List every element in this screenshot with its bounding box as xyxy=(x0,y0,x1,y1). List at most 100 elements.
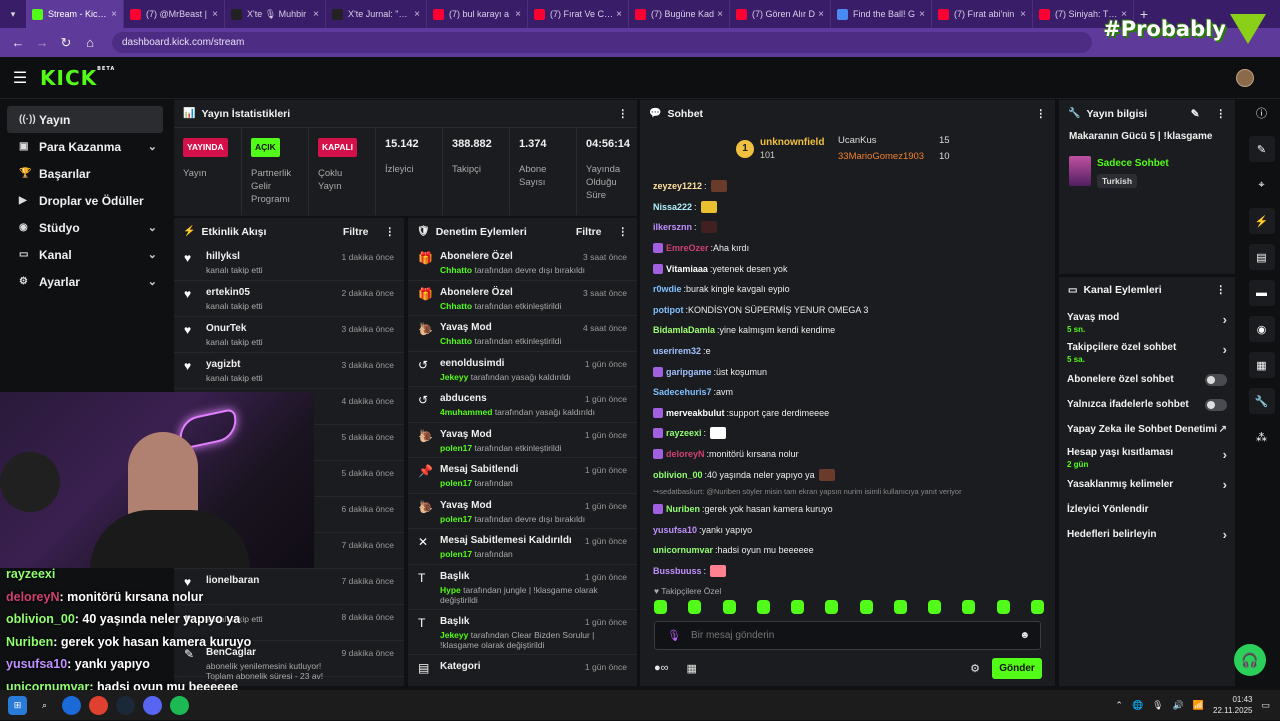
chevron-right-icon[interactable]: › xyxy=(1223,312,1227,327)
moderation-row[interactable]: 🐌 Yavaş Mod polen17 tarafından etkinleştir… xyxy=(408,423,637,458)
more-icon[interactable]: ⋮ xyxy=(1036,108,1047,120)
info-icon[interactable]: ⓘ xyxy=(1249,100,1275,126)
browser-tab[interactable]: Stream - Kick D × xyxy=(26,0,124,28)
send-button[interactable]: Gönder xyxy=(992,657,1042,679)
chat-input[interactable] xyxy=(690,630,1011,641)
emote-icon[interactable] xyxy=(825,600,839,614)
wifi-icon[interactable]: 📶 xyxy=(1193,700,1204,711)
chat-message[interactable]: potipot: KONDİSYON SÜPERMİŞ YENUR OMEGA … xyxy=(640,300,1050,321)
chat-icon[interactable]: ▬ xyxy=(1248,280,1275,306)
chat-message[interactable]: BidamlaDamla: yine kalmışım kendi kendim… xyxy=(640,320,1050,341)
moderation-actor[interactable]: polen17 xyxy=(440,549,472,559)
mic-icon[interactable]: 🎙 xyxy=(667,629,681,642)
emoji-icon[interactable]: ☻ xyxy=(1019,630,1030,641)
chat-username[interactable]: ilkersznn xyxy=(653,222,692,232)
kick-points-icon[interactable]: ●∞ xyxy=(654,662,669,674)
tab-list-button[interactable]: ▾ xyxy=(0,0,26,28)
wrench-icon[interactable]: 🔧 xyxy=(1248,388,1275,414)
browser-tab[interactable]: X'te 🎙 Muhbir × xyxy=(225,0,326,28)
chat-message[interactable]: rayzeexi: xyxy=(640,423,1050,444)
moderation-row[interactable]: ✕ Mesaj Sabitlemesi Kaldırıldı polen17 tar… xyxy=(408,529,637,565)
url-field[interactable]: dashboard.kick.com/stream xyxy=(112,32,1092,53)
browser-tab[interactable]: (7) Fırat abi'nin × xyxy=(932,0,1033,28)
chat-username[interactable]: Vitamiaaa xyxy=(666,264,708,274)
search-icon[interactable]: ⌕ xyxy=(35,696,54,715)
chat-username[interactable]: yusufsa10 xyxy=(653,525,697,535)
tab-close-icon[interactable]: × xyxy=(616,9,622,20)
chat-username[interactable]: garipgame xyxy=(666,367,712,377)
chat-message[interactable]: Bussbuuss: xyxy=(640,561,1050,582)
bolt-icon[interactable]: ⚡ xyxy=(1248,208,1275,234)
channel-action-row[interactable]: Abonelere özel sohbet xyxy=(1059,367,1235,392)
steam-icon[interactable] xyxy=(116,695,135,715)
activity-filter-button[interactable]: Filtre xyxy=(343,226,369,238)
moderation-row[interactable]: T Başlık Jekeyy tarafından Clear Bizden So… xyxy=(408,610,637,655)
chat-username[interactable]: Nuriben xyxy=(666,504,700,514)
emote-icon[interactable] xyxy=(688,600,702,614)
leader-2-name[interactable]: 33MarioGomez1903 xyxy=(838,151,924,162)
chat-username[interactable]: EmreOzer xyxy=(666,243,709,253)
chevron-right-icon[interactable]: › xyxy=(1223,342,1227,357)
chat-message[interactable]: ilkersznn: xyxy=(640,217,1050,238)
chat-settings-icon[interactable]: ⚙ xyxy=(970,662,980,675)
browser-tab[interactable]: Find the Ball! G × xyxy=(831,0,932,28)
moderation-actor[interactable]: Jekeyy xyxy=(440,630,468,640)
moderation-actor[interactable]: Chhatto xyxy=(440,265,472,275)
moderation-row[interactable]: 🐌 Yavaş Mod polen17 tarafından devre dışı … xyxy=(408,494,637,529)
emote-icon[interactable] xyxy=(928,600,942,614)
moderation-actor[interactable]: polen17 xyxy=(440,478,472,488)
emote-icon[interactable] xyxy=(962,600,976,614)
chat-username[interactable]: userirem32 xyxy=(653,346,701,356)
chat-username[interactable]: zeyzey1212 xyxy=(653,181,702,191)
category-name[interactable]: Sadece Sohbet xyxy=(1097,158,1169,169)
chat-message[interactable]: Nissa222: xyxy=(640,197,1050,218)
chat-message[interactable]: Sadecehuris7: avm xyxy=(640,382,1050,403)
moderation-filter-button[interactable]: Filtre xyxy=(576,226,602,238)
activity-row[interactable]: ♥ yagizbt kanalı takip etti 3 dakika önce xyxy=(174,353,404,389)
share-icon[interactable]: ⁂ xyxy=(1249,424,1275,450)
chevron-down-icon[interactable]: ⌄ xyxy=(148,275,157,288)
chat-message[interactable]: yusufsa10: yankı yapıyo xyxy=(640,520,1050,541)
chat-message[interactable]: EmreOzer: Aha kırdı xyxy=(640,238,1050,259)
moderation-actor[interactable]: Jekeyy xyxy=(440,372,468,382)
more-icon[interactable]: ⋮ xyxy=(618,226,629,238)
tab-close-icon[interactable]: × xyxy=(414,9,420,20)
sidebar-item-1[interactable]: ▣ Para Kazanma ⌄ xyxy=(7,133,163,160)
edit-icon[interactable]: ✎ xyxy=(1248,136,1275,162)
chat-message[interactable]: r0wdie: burak kingle kavgalı eypio xyxy=(640,279,1050,300)
chat-username[interactable]: Bussbuuss xyxy=(653,566,702,576)
toggle-switch[interactable] xyxy=(1205,373,1227,386)
channel-action-row[interactable]: Yapay Zeka ile Sohbet Denetimi ↗ xyxy=(1059,417,1235,442)
broadcast-icon[interactable]: ◉ xyxy=(1248,316,1275,342)
channel-action-row[interactable]: Yavaş mod 5 sn. › xyxy=(1059,307,1235,337)
chat-username[interactable]: potipot xyxy=(653,305,684,315)
emote-icon[interactable] xyxy=(756,600,770,614)
user-avatar[interactable] xyxy=(1236,69,1254,87)
moderation-row[interactable]: 🐌 Yavaş Mod Chhatto tarafından etkinleştir… xyxy=(408,316,637,352)
browser-tab[interactable]: (7) Fırat Ve Cey × xyxy=(528,0,629,28)
moderation-actor[interactable]: 4muhammed xyxy=(440,407,492,417)
focus-icon[interactable]: ⌖ xyxy=(1249,172,1275,198)
tab-close-icon[interactable]: × xyxy=(919,9,925,20)
channel-action-row[interactable]: Takipçilere özel sohbet 5 sa. › xyxy=(1059,337,1235,367)
tab-close-icon[interactable]: × xyxy=(212,9,218,20)
tab-close-icon[interactable]: × xyxy=(111,9,117,20)
emote-icon[interactable] xyxy=(654,600,667,614)
note-icon[interactable]: ▤ xyxy=(1248,244,1275,270)
chevron-right-icon[interactable]: › xyxy=(1223,527,1227,542)
moderation-actor[interactable]: Hype xyxy=(440,585,461,595)
chat-message[interactable]: Vitamiaaa: yetenek desen yok xyxy=(640,258,1050,279)
spotify-icon[interactable] xyxy=(170,695,189,715)
chat-username[interactable]: oblivion_00 xyxy=(653,470,703,480)
notification-icon[interactable]: ▭ xyxy=(1261,700,1270,711)
sidebar-item-5[interactable]: ▭ Kanal ⌄ xyxy=(7,241,163,268)
volume-icon[interactable]: 🔊 xyxy=(1173,700,1184,711)
chrome-icon[interactable] xyxy=(89,695,108,715)
channel-action-row[interactable]: Yalnızca ifadelerle sohbet xyxy=(1059,392,1235,417)
more-icon[interactable]: ⋮ xyxy=(1216,284,1227,296)
clock[interactable]: 01:43 22.11.2025 xyxy=(1213,694,1252,716)
tab-close-icon[interactable]: × xyxy=(313,9,319,20)
moderation-row[interactable]: T Başlık Hype tarafından jungle | !klasgam… xyxy=(408,565,637,610)
more-icon[interactable]: ⋮ xyxy=(1216,108,1227,120)
activity-row[interactable]: ♥ ertekin05 kanalı takip etti 2 dakika önce xyxy=(174,281,404,317)
